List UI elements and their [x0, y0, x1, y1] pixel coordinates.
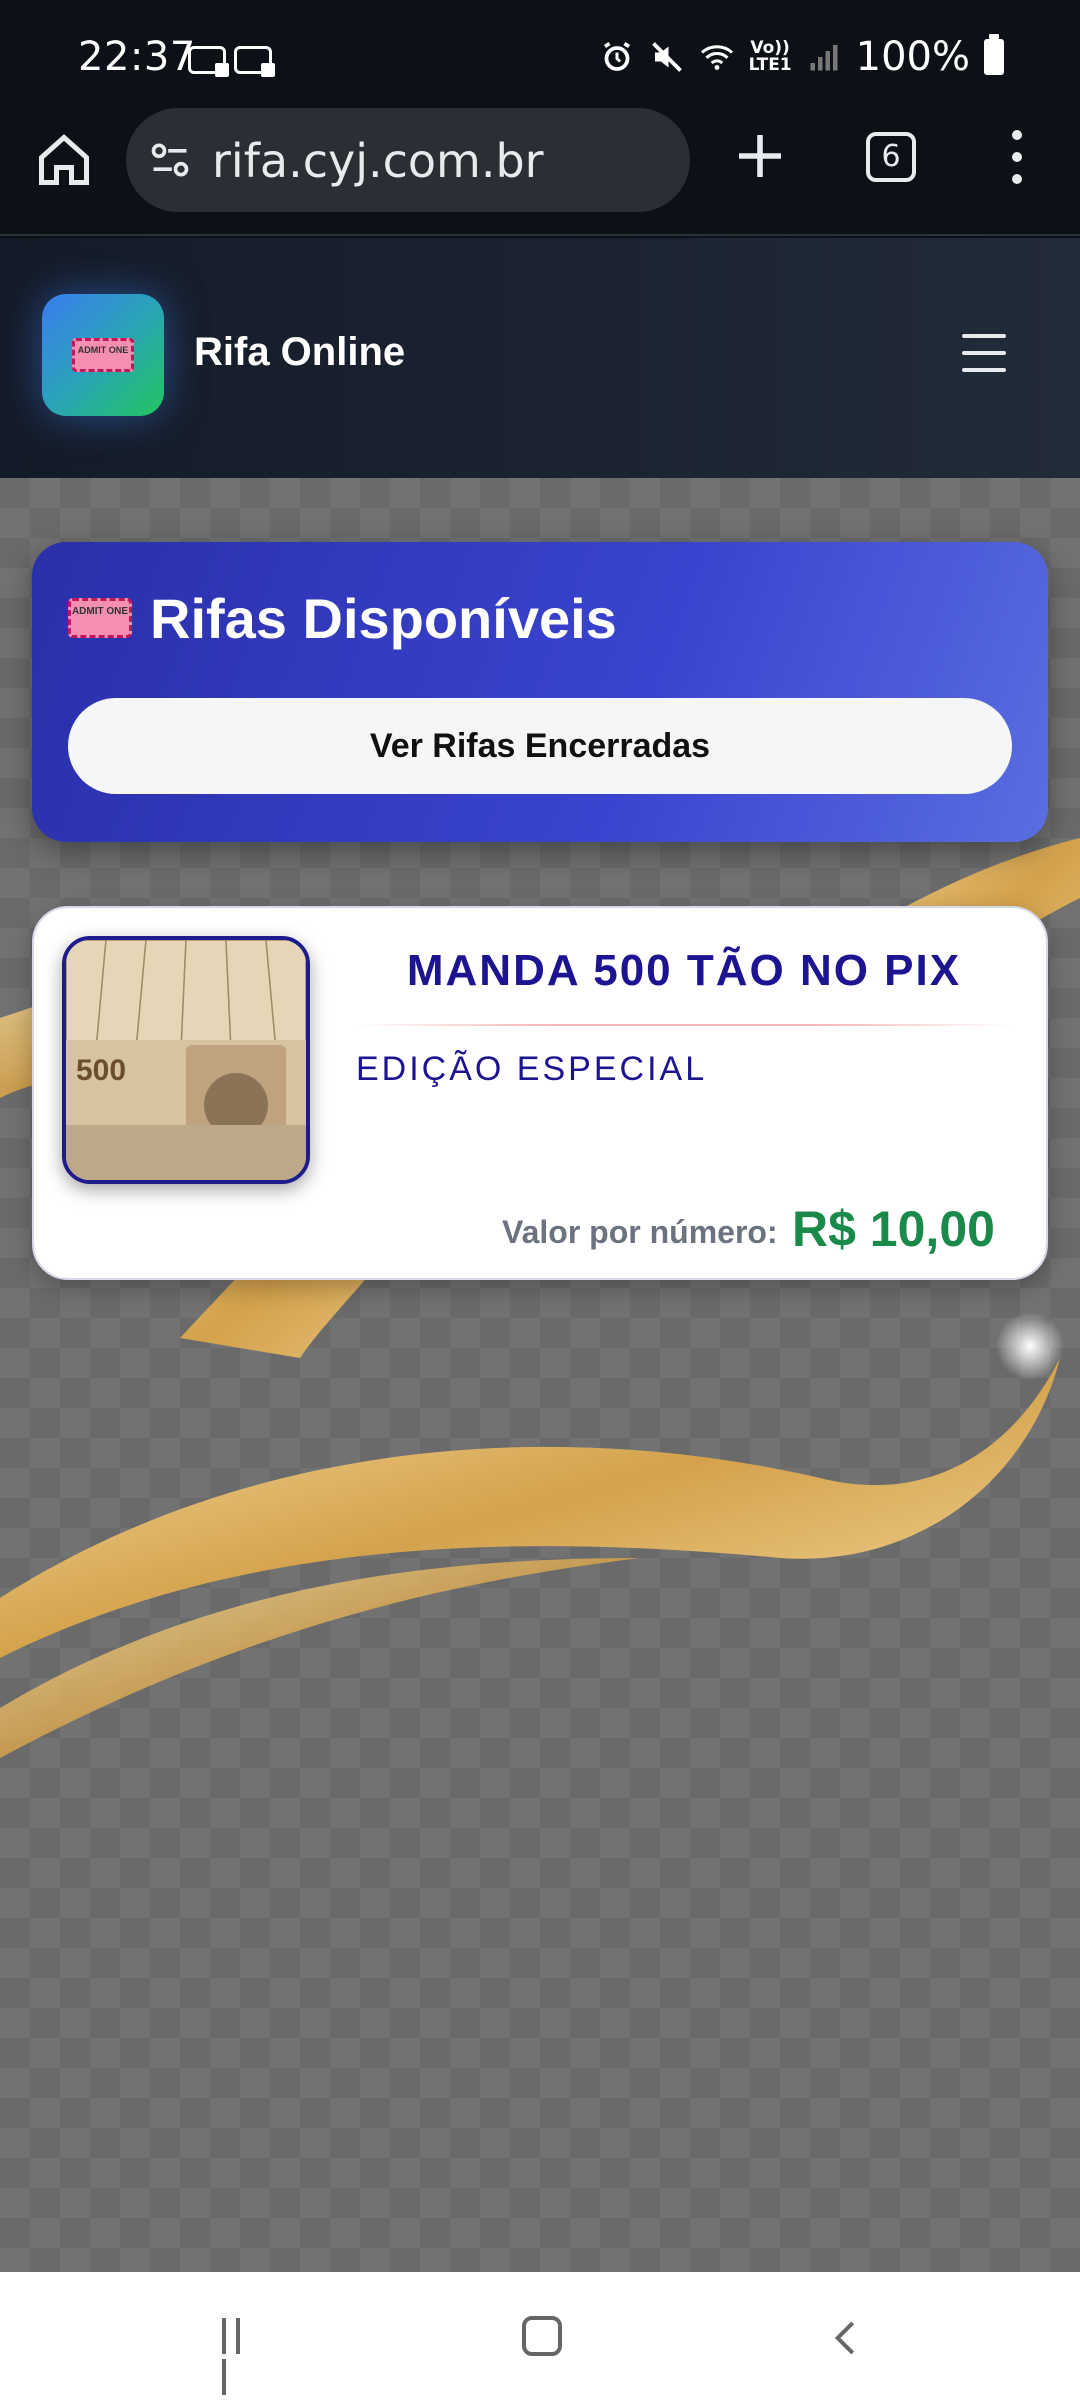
site-logo[interactable]: ADMIT ONE [42, 294, 164, 416]
divider [354, 1024, 1014, 1026]
address-bar[interactable]: rifa.cyj.com.br [126, 108, 690, 212]
back-icon[interactable] [826, 2316, 866, 2360]
raffle-title[interactable]: MANDA 500 TÃO NO PIX [354, 946, 1014, 996]
price-value: R$ 10,00 [792, 1201, 995, 1257]
price-label: Valor por número: [502, 1214, 778, 1250]
battery-icon [984, 34, 1004, 75]
site-settings-icon[interactable] [148, 138, 192, 182]
money-image: 500 [66, 940, 306, 1180]
site-header: ADMIT ONE Rifa Online [0, 238, 1080, 478]
system-nav-bar [0, 2272, 1080, 2400]
browser-toolbar: rifa.cyj.com.br 6 [0, 100, 1080, 236]
status-bar: 22:37 Vo)) LTE1 100% [0, 0, 1080, 100]
more-icon[interactable] [1000, 130, 1034, 186]
signal-icon [810, 45, 838, 71]
system-icons: Vo)) LTE1 100% [599, 34, 1004, 80]
volte-indicator: Vo)) LTE1 [749, 40, 792, 74]
raffle-subtitle: EDIÇÃO ESPECIAL [356, 1050, 708, 1088]
closed-raffles-button[interactable]: Ver Rifas Encerradas [68, 698, 1012, 794]
tab-count: 6 [881, 139, 901, 174]
ticket-icon: ADMIT ONE [68, 598, 132, 638]
voicemail-icon [188, 46, 229, 77]
ticket-icon: ADMIT ONE [72, 338, 134, 372]
notification-icons [188, 46, 275, 77]
recent-apps-icon[interactable] [222, 2318, 262, 2395]
url-text[interactable]: rifa.cyj.com.br [212, 134, 544, 188]
site-title[interactable]: Rifa Online [194, 330, 405, 375]
alarm-icon [603, 41, 630, 71]
raffle-thumbnail[interactable]: 500 [62, 936, 310, 1184]
network-label: LTE1 [748, 55, 792, 75]
hero-panel: ADMIT ONE Rifas Disponíveis Ver Rifas En… [32, 542, 1048, 842]
voicemail-icon [234, 46, 275, 77]
battery-percent: 100% [855, 34, 970, 80]
home-icon[interactable] [34, 130, 94, 190]
plus-icon[interactable] [732, 128, 788, 184]
home-nav-icon[interactable] [522, 2316, 562, 2356]
tabs-icon[interactable]: 6 [866, 132, 916, 182]
raffle-card[interactable]: 500 MANDA 500 TÃO NO PIX EDIÇÃO ESPECIAL… [32, 906, 1048, 1280]
wifi-icon [700, 45, 733, 70]
page-title: Rifas Disponíveis [150, 587, 617, 650]
status-time: 22:37 [78, 34, 196, 80]
mute-icon [651, 42, 682, 72]
thumb-label: 500 [76, 1054, 126, 1087]
hamburger-icon[interactable] [962, 334, 1006, 374]
